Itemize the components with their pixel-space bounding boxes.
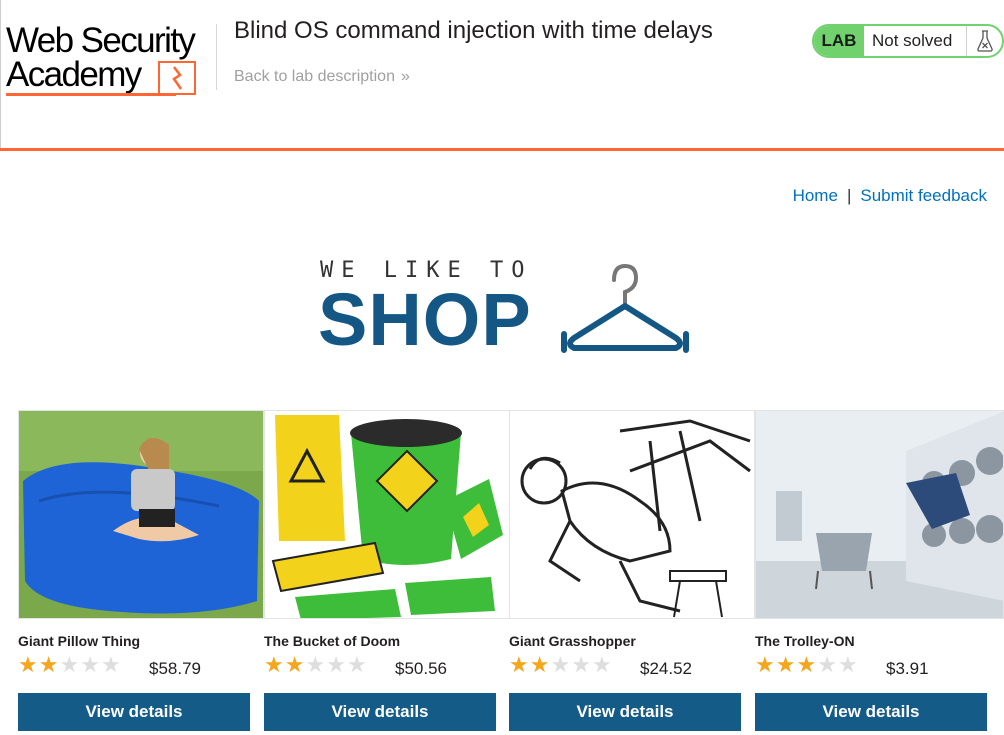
- star-empty-icon: ★: [59, 652, 80, 677]
- star-filled-icon: ★: [18, 652, 38, 677]
- product-price: $58.79: [149, 659, 201, 678]
- star-filled-icon: ★: [284, 652, 305, 677]
- product-card: The Trolley-ON ★ ★ ★ ★ ★ $3.91 View deta…: [755, 410, 1004, 735]
- star-empty-icon: ★: [326, 652, 346, 677]
- star-empty-icon: ★: [817, 652, 837, 677]
- star-empty-icon: ★: [837, 652, 858, 677]
- academy-header: Web Security Academy Blind OS command in…: [0, 0, 1004, 150]
- hanger-icon: [561, 263, 689, 353]
- star-filled-icon: ★: [509, 652, 529, 677]
- product-name: The Trolley-ON: [755, 633, 855, 649]
- lab-status-widget: LAB Not solved: [812, 24, 1004, 58]
- product-name: Giant Pillow Thing: [18, 633, 141, 649]
- star-filled-icon: ★: [38, 652, 59, 677]
- submit-feedback-link[interactable]: Submit feedback: [860, 186, 987, 205]
- view-details-button[interactable]: View details: [18, 693, 250, 731]
- shop-hero-banner: WE LIKE TO SHOP: [318, 258, 689, 361]
- star-filled-icon: ★: [755, 652, 775, 677]
- star-filled-icon: ★: [529, 652, 550, 677]
- product-price: $24.52: [640, 659, 692, 678]
- hero-title: SHOP: [318, 278, 532, 361]
- web-security-academy-logo[interactable]: Web Security Academy: [6, 19, 216, 99]
- product-card: Giant Pillow Thing ★ ★ ★ ★ ★ $58.79 View…: [18, 410, 264, 735]
- view-details-button[interactable]: View details: [264, 693, 496, 731]
- star-rating: ★ ★ ★ ★ ★: [509, 654, 612, 676]
- product-card: The Bucket of Doom ★ ★ ★ ★ ★ $50.56 View…: [264, 410, 510, 735]
- product-card: Giant Grasshopper ★ ★ ★ ★ ★ $24.52 View …: [509, 410, 755, 735]
- star-empty-icon: ★: [571, 652, 591, 677]
- star-rating: ★ ★ ★ ★ ★: [264, 654, 367, 676]
- logo-text-line2: Academy: [6, 55, 142, 94]
- star-empty-icon: ★: [346, 652, 367, 677]
- star-empty-icon: ★: [100, 652, 121, 677]
- star-empty-icon: ★: [305, 652, 326, 677]
- header-accent-rule: [0, 148, 1004, 151]
- logo-underline: [6, 93, 176, 96]
- top-nav: Home | Submit feedback: [793, 186, 987, 206]
- product-name: Giant Grasshopper: [509, 633, 636, 649]
- star-rating: ★ ★ ★ ★ ★: [18, 654, 121, 676]
- product-image-giant-grasshopper[interactable]: [509, 410, 755, 619]
- view-details-button[interactable]: View details: [755, 693, 987, 731]
- star-filled-icon: ★: [796, 652, 817, 677]
- product-grid: Giant Pillow Thing ★ ★ ★ ★ ★ $58.79 View…: [18, 410, 1004, 735]
- star-empty-icon: ★: [80, 652, 100, 677]
- lab-badge: LAB: [814, 26, 864, 56]
- header-divider: [216, 24, 217, 90]
- star-empty-icon: ★: [550, 652, 571, 677]
- product-price: $3.91: [886, 659, 929, 678]
- logo-bolt-icon: [158, 61, 196, 95]
- star-filled-icon: ★: [775, 652, 796, 677]
- product-image-bucket-of-doom[interactable]: [264, 410, 510, 619]
- star-rating: ★ ★ ★ ★ ★: [755, 654, 858, 676]
- product-image-giant-pillow[interactable]: [18, 410, 264, 619]
- lab-status-text: Not solved: [872, 31, 953, 50]
- back-to-lab-description-link[interactable]: Back to lab description »: [234, 68, 410, 86]
- nav-separator: |: [846, 186, 852, 205]
- product-name: The Bucket of Doom: [264, 633, 401, 649]
- view-details-button[interactable]: View details: [509, 693, 741, 731]
- product-price: $50.56: [395, 659, 447, 678]
- lab-title: Blind OS command injection with time del…: [234, 17, 713, 44]
- product-image-trolley-on[interactable]: [755, 410, 1004, 619]
- star-empty-icon: ★: [591, 652, 612, 677]
- double-chevron-right-icon: »: [400, 68, 410, 85]
- back-link-label: Back to lab description: [234, 68, 395, 85]
- star-filled-icon: ★: [264, 652, 284, 677]
- logo-text-line1: Web Security: [6, 21, 196, 60]
- flask-icon: [966, 26, 1002, 56]
- home-link[interactable]: Home: [793, 186, 838, 205]
